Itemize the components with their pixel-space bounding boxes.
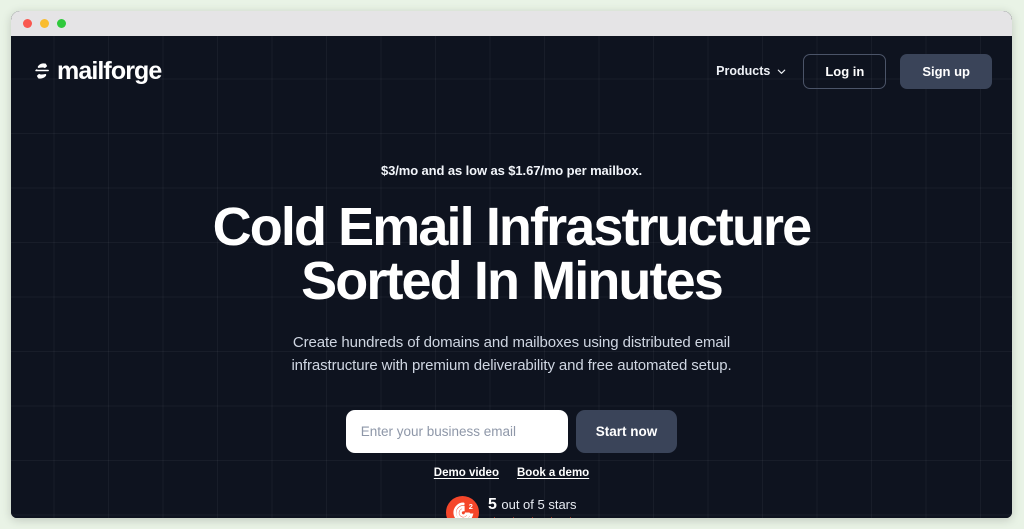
rating-text-block: 5 out of 5 stars <box>488 496 577 518</box>
login-button[interactable]: Log in <box>803 53 887 89</box>
star-icon <box>494 517 495 518</box>
email-input[interactable] <box>345 409 568 453</box>
mailforge-logo-icon <box>35 63 49 79</box>
star-icon <box>513 517 514 518</box>
hero-subheadline: Create hundreds of domains and mailboxes… <box>11 332 1012 378</box>
subheadline-line-1: Create hundreds of domains and mailboxes… <box>292 334 731 351</box>
subheadline-line-2: infrastructure with premium deliverabili… <box>291 356 732 374</box>
signup-button[interactable]: Sign up <box>900 53 992 89</box>
page-title: Cold Email Infrastructure Sorted In Minu… <box>11 200 1012 308</box>
rating-caption: out of 5 stars <box>501 496 577 512</box>
star-icon <box>551 517 552 518</box>
g2-logo-icon: 2 <box>446 495 479 518</box>
signup-form: Start now <box>11 409 1012 453</box>
brand-name: mailforge <box>57 56 162 85</box>
nav-products-menu[interactable]: Products <box>714 58 789 84</box>
nav-products-label: Products <box>716 64 771 78</box>
pricing-eyebrow: $3/mo and as low as $1.67/mo per mailbox… <box>380 163 643 178</box>
star-icon <box>570 517 571 518</box>
headline-line-2: Sorted In Minutes <box>301 251 724 311</box>
secondary-links: Demo video Book a demo <box>11 467 1012 479</box>
start-now-button[interactable]: Start now <box>575 409 678 453</box>
rating-score: 5 <box>488 495 497 513</box>
demo-video-link[interactable]: Demo video <box>434 467 499 479</box>
close-window-button[interactable] <box>23 19 32 28</box>
headline-line-1: Cold Email Infrastructure <box>212 197 813 257</box>
brand-logo[interactable]: mailforge <box>32 56 162 86</box>
browser-titlebar <box>11 11 1012 36</box>
svg-text:2: 2 <box>469 502 473 511</box>
navbar-actions: Products Log in Sign up <box>714 53 992 89</box>
g2-rating-badge: 2 5 out of 5 stars <box>11 496 1012 518</box>
navbar: mailforge Products Log in Sign up <box>11 36 1012 106</box>
minimize-window-button[interactable] <box>40 19 49 28</box>
star-icon <box>532 517 533 518</box>
page-viewport: mailforge Products Log in Sign up $3/mo … <box>11 36 1012 518</box>
book-a-demo-link[interactable]: Book a demo <box>517 467 589 479</box>
hero-section: $3/mo and as low as $1.67/mo per mailbox… <box>11 106 1012 518</box>
chevron-down-icon <box>778 69 786 74</box>
rating-line: 5 out of 5 stars <box>488 496 577 514</box>
browser-window: mailforge Products Log in Sign up $3/mo … <box>11 11 1012 518</box>
star-rating <box>488 516 577 518</box>
maximize-window-button[interactable] <box>57 19 66 28</box>
